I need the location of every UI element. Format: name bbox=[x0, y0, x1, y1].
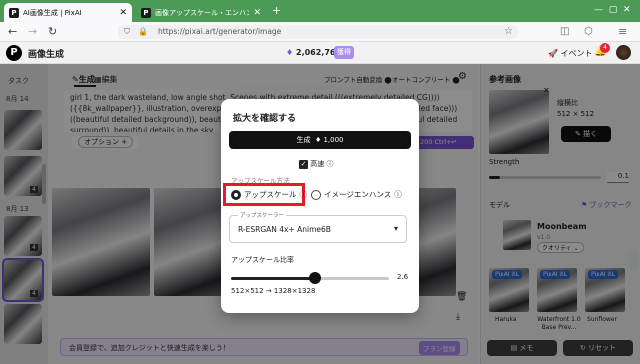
upscaler-select[interactable]: アップスケーラー R-ESRGAN 4x+ Anime6B ▾ bbox=[229, 211, 407, 243]
option-enhance-label: イメージエンハンス bbox=[324, 190, 392, 199]
size-conversion: 512×512 → 1328×1328 bbox=[231, 287, 316, 295]
close-icon[interactable]: ✕ bbox=[119, 8, 127, 18]
back-icon[interactable]: ← bbox=[8, 25, 17, 38]
checkbox-icon: ✓ bbox=[299, 160, 308, 169]
lock-icon[interactable]: 🔒 bbox=[138, 27, 148, 36]
menu-icon[interactable]: ≡ bbox=[618, 25, 627, 38]
close-icon[interactable]: ✕ bbox=[253, 8, 261, 18]
pocket-icon[interactable]: ◫ bbox=[560, 26, 569, 37]
ratio-value: 2.6 bbox=[397, 273, 409, 281]
notification-badge: 4 bbox=[600, 43, 610, 53]
option-enhance[interactable]: イメージエンハンス ⓘ bbox=[311, 189, 402, 200]
upscale-confirm-dialog: 拡大を確認する 生成 ♦ 1,000 ✓ 高速 ⓘ アップスケール方法 アップス… bbox=[221, 99, 419, 313]
help-icon: ⓘ bbox=[299, 190, 308, 199]
fast-checkbox[interactable]: ✓ 高速 ⓘ bbox=[299, 159, 333, 169]
help-icon: ⓘ bbox=[326, 160, 334, 168]
app-header: P 画像生成 ♦ 2,062,761 獲得 🚀 イベント 🔔 4 bbox=[0, 42, 640, 64]
credit-icon: ♦ bbox=[286, 48, 294, 57]
browser-tab-bar: P AI画像生成 | PixAI ✕ P 画像アップスケール・エンハンス | P… bbox=[0, 0, 640, 22]
reload-icon[interactable]: ↻ bbox=[48, 25, 57, 38]
shield-icon[interactable]: ⛉ bbox=[124, 27, 130, 37]
help-icon: ⓘ bbox=[394, 190, 402, 199]
bookmark-star-icon[interactable]: ☆ bbox=[504, 26, 513, 37]
tab-label: AI画像生成 | PixAI bbox=[23, 8, 82, 17]
avatar[interactable] bbox=[616, 45, 631, 60]
rocket-icon: 🚀 bbox=[548, 49, 558, 58]
browser-tab-upscale[interactable]: P 画像アップスケール・エンハンス | Pix ✕ bbox=[136, 3, 266, 22]
event-label: イベント bbox=[560, 49, 593, 58]
ratio-slider-fill bbox=[231, 277, 316, 280]
ratio-label: アップスケール比率 bbox=[231, 256, 294, 264]
browser-toolbar: ← → ↻ https://pixai.art/generator/image … bbox=[0, 22, 640, 42]
upscaler-label: アップスケーラー bbox=[238, 211, 287, 219]
radio-selected-icon bbox=[231, 189, 241, 200]
new-tab-button[interactable]: + bbox=[272, 4, 281, 17]
browser-tab-pixai[interactable]: P AI画像生成 | PixAI ✕ bbox=[4, 3, 132, 22]
radio-empty-icon bbox=[311, 189, 321, 200]
generate-label: 生成 bbox=[296, 136, 311, 144]
option-upscale[interactable]: アップスケール ⓘ bbox=[231, 189, 307, 200]
upscale-generate-button[interactable]: 生成 ♦ 1,000 bbox=[229, 131, 411, 149]
ratio-slider-thumb[interactable] bbox=[309, 272, 322, 284]
window-controls[interactable]: — ▢ ✕ bbox=[594, 5, 631, 15]
forward-icon[interactable]: → bbox=[28, 25, 37, 38]
tab-label: 画像アップスケール・エンハンス | Pix bbox=[155, 8, 250, 17]
pixai-favicon-icon: P bbox=[9, 7, 19, 18]
chevron-down-icon: ▾ bbox=[394, 224, 399, 233]
pixai-logo[interactable]: P bbox=[6, 45, 22, 61]
event-link[interactable]: 🚀 イベント bbox=[548, 48, 593, 59]
get-credits-button[interactable]: 獲得 bbox=[334, 46, 354, 59]
upscaler-value: R-ESRGAN 4x+ Anime6B bbox=[238, 225, 331, 234]
extensions-icon[interactable]: ⬡ bbox=[584, 26, 593, 37]
option-upscale-label: アップスケール bbox=[244, 190, 297, 199]
credit-icon: ♦ bbox=[314, 136, 322, 144]
pixai-favicon-icon: P bbox=[141, 7, 151, 18]
dialog-title: 拡大を確認する bbox=[233, 114, 297, 124]
page-title: 画像生成 bbox=[28, 50, 65, 60]
generate-cost: 1,000 bbox=[323, 136, 344, 144]
url-field[interactable]: https://pixai.art/generator/image bbox=[118, 25, 518, 39]
fast-label: 高速 bbox=[310, 160, 325, 168]
